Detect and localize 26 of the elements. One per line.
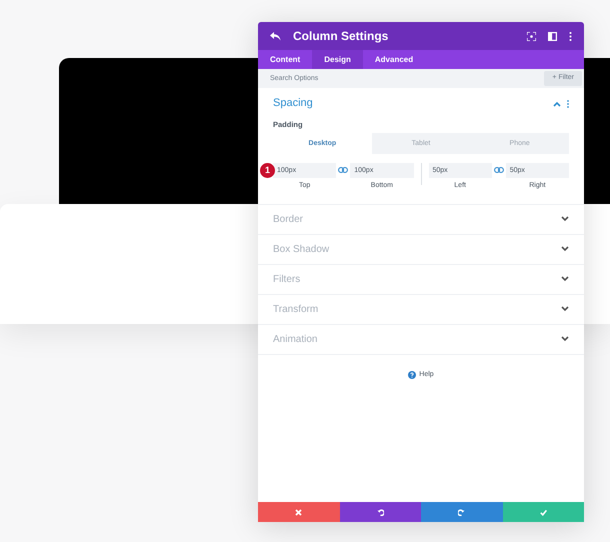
panel-title: Column Settings	[293, 28, 390, 45]
section-header[interactable]: Transform	[258, 294, 584, 324]
expand-icon[interactable]	[561, 276, 569, 282]
help-icon[interactable]	[408, 371, 416, 379]
expand-icon[interactable]	[561, 306, 569, 312]
section-header[interactable]: Border	[258, 204, 584, 234]
section-header[interactable]: Spacing	[258, 88, 584, 119]
expand-icon[interactable]	[561, 336, 569, 342]
sidebar-icon[interactable]	[548, 32, 557, 40]
link-icon[interactable]	[336, 167, 350, 174]
tab[interactable]: Content	[258, 50, 312, 69]
section-header[interactable]: Animation	[258, 324, 584, 354]
tab[interactable]: Advanced	[362, 50, 426, 69]
back-icon[interactable]	[270, 32, 281, 40]
tab[interactable]: Design	[312, 50, 363, 69]
link-icon[interactable]	[492, 167, 506, 174]
undo-icon	[376, 508, 384, 516]
expand-icon[interactable]	[561, 246, 569, 252]
redo-icon	[458, 508, 466, 516]
check-icon	[540, 508, 547, 516]
close-icon	[295, 508, 302, 516]
section-header[interactable]: Box Shadow	[258, 234, 584, 264]
expand-icon[interactable]	[561, 216, 569, 222]
section-header[interactable]: Filters	[258, 264, 584, 294]
collapse-icon[interactable]	[553, 100, 561, 106]
more-icon[interactable]	[569, 32, 572, 40]
